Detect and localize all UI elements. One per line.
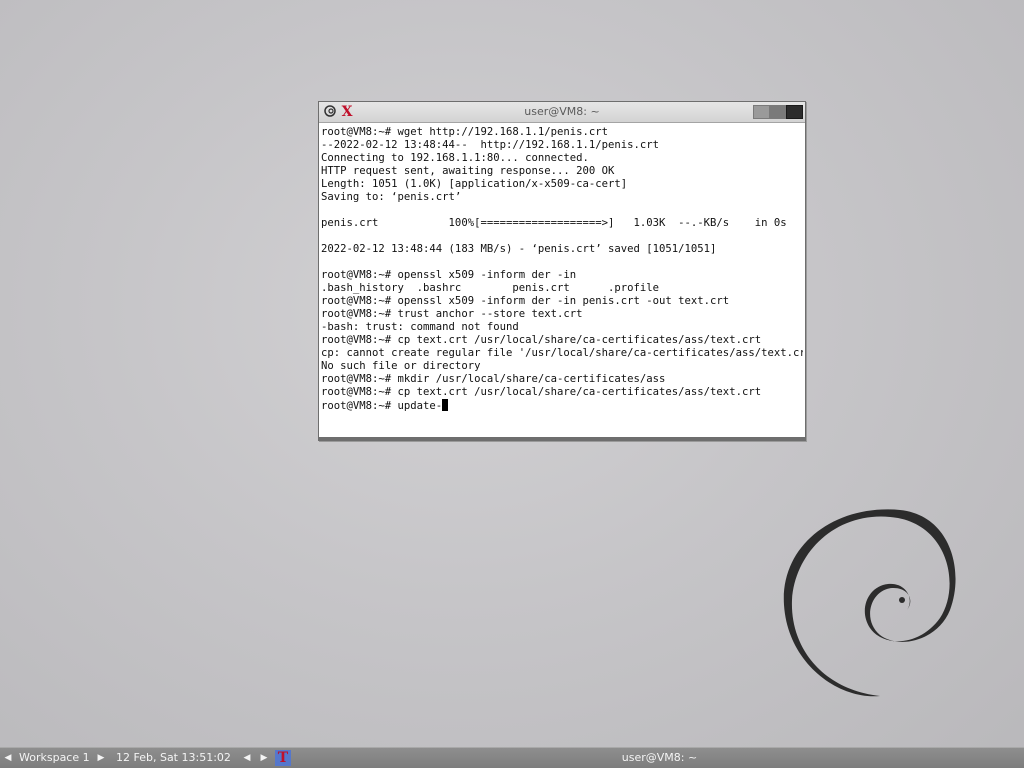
window-titlebar[interactable]: X user@VM8: ~ — [319, 102, 805, 123]
terminal-line: -bash: trust: command not found — [321, 321, 519, 333]
clock: 12 Feb, Sat 13:51:02 — [116, 751, 231, 764]
text-cursor — [442, 399, 449, 411]
terminal-line — [321, 256, 803, 269]
workspace-prev-arrow[interactable]: ◀ — [2, 748, 14, 768]
terminal-line: root@VM8:~# cp text.crt /usr/local/share… — [321, 386, 762, 398]
terminal-line: cp: cannot create regular file '/usr/loc… — [321, 347, 803, 359]
terminal-output[interactable]: root@VM8:~# wget http://192.168.1.1/peni… — [320, 123, 804, 437]
terminal-line: Connecting to 192.168.1.1:80... connecte… — [321, 152, 589, 164]
window-title: user@VM8: ~ — [524, 105, 600, 118]
taskbar: ◀ Workspace 1 ▶ 12 Feb, Sat 13:51:02 ◀ ▶… — [0, 747, 1024, 768]
workspace-next-arrow[interactable]: ▶ — [95, 748, 107, 768]
terminal-line: root@VM8:~# wget http://192.168.1.1/peni… — [321, 126, 609, 138]
close-button[interactable] — [786, 105, 803, 119]
task-prev-arrow[interactable]: ◀ — [241, 748, 253, 768]
x-terminal-icon: X — [341, 104, 353, 120]
debian-swirl-logo — [783, 509, 956, 697]
terminal-task-icon[interactable]: T — [275, 750, 291, 766]
terminal-window[interactable]: X user@VM8: ~ root@VM8:~# wget http://19… — [318, 101, 806, 441]
terminal-line: root@VM8:~# mkdir /usr/local/share/ca-ce… — [321, 373, 666, 385]
terminal-line — [321, 230, 803, 243]
desktop[interactable]: X user@VM8: ~ root@VM8:~# wget http://19… — [0, 0, 1024, 748]
terminal-line: Saving to: ‘penis.crt’ — [321, 191, 462, 203]
window-bottom-border[interactable] — [319, 437, 805, 440]
terminal-line: Length: 1051 (1.0K) [application/x-x509-… — [321, 178, 628, 190]
prompt-text: root@VM8:~# update- — [321, 400, 443, 412]
terminal-line: root@VM8:~# trust anchor --store text.cr… — [321, 308, 583, 320]
terminal-line: root@VM8:~# openssl x509 -inform der -in — [321, 269, 577, 281]
window-menu-icon[interactable] — [322, 104, 338, 120]
terminal-line: penis.crt 100%[===================>] 1.0… — [321, 217, 787, 229]
terminal-line: root@VM8:~# openssl x509 -inform der -in… — [321, 295, 730, 307]
workspace-label[interactable]: Workspace 1 — [19, 748, 90, 768]
maximize-button[interactable] — [769, 105, 786, 119]
terminal-line: root@VM8:~# cp text.crt /usr/local/share… — [321, 334, 762, 346]
task-next-arrow[interactable]: ▶ — [258, 748, 270, 768]
terminal-line: --2022-02-12 13:48:44-- http://192.168.1… — [321, 139, 660, 151]
taskbar-task-title[interactable]: user@VM8: ~ — [295, 748, 1024, 768]
minimize-button[interactable] — [753, 105, 770, 119]
terminal-line: 2022-02-12 13:48:44 (183 MB/s) - ‘penis.… — [321, 243, 717, 255]
terminal-line — [321, 204, 803, 217]
terminal-line: .bash_history .bashrc penis.crt .profile — [321, 282, 660, 294]
terminal-line: HTTP request sent, awaiting response... … — [321, 165, 615, 177]
terminal-line: No such file or directory — [321, 360, 481, 372]
terminal-prompt-line[interactable]: root@VM8:~# update- — [321, 399, 803, 412]
